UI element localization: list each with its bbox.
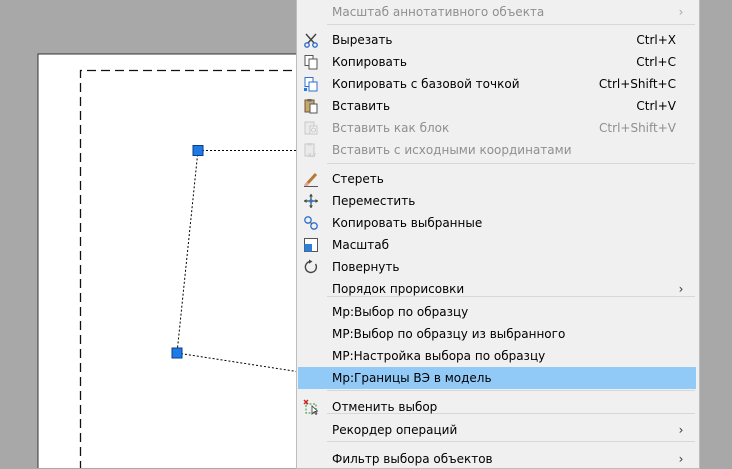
paste-as-block-icon: [303, 120, 319, 136]
submenu-arrow-icon: ›: [678, 5, 684, 19]
menu-item-label: Отменить выбор: [332, 400, 438, 414]
menu-item[interactable]: Масштаб: [298, 234, 696, 256]
rotate-icon: [303, 259, 319, 275]
menu-item[interactable]: МР:Настройка выбора по образцу: [298, 345, 696, 367]
menu-separator: [327, 390, 695, 391]
menu-item[interactable]: Масштаб аннотативного объекта ›: [298, 1, 696, 23]
menu-item[interactable]: Отменить выбор: [298, 396, 696, 418]
paper-sheet: [37, 53, 309, 468]
menu-item-label: Вставить: [332, 99, 391, 113]
menu-item[interactable]: Фильтр выбора объектов ›: [298, 448, 696, 468]
paste-icon: [303, 98, 319, 114]
menu-item-label: Мр:Границы ВЭ в модель: [332, 371, 492, 385]
submenu-arrow-icon: ›: [678, 423, 684, 437]
menu-item-label: Переместить: [332, 194, 416, 208]
move-icon: [303, 193, 319, 209]
menu-separator: [327, 163, 695, 164]
grip-handle-top[interactable]: [192, 145, 204, 156]
menu-item-shortcut: Ctrl+V: [636, 99, 676, 113]
scale-icon: [303, 237, 319, 253]
menu-item-label: Порядок прорисовки: [332, 282, 465, 296]
menu-item-label: МР:Настройка выбора по образцу: [332, 349, 546, 363]
menu-item-label: Фильтр выбора объектов: [332, 452, 493, 466]
menu-item[interactable]: Вставить как блок Ctrl+Shift+V: [298, 117, 696, 139]
menu-item-shortcut: Ctrl+Shift+V: [599, 121, 676, 135]
copy-selection-icon: [303, 215, 319, 231]
menu-item[interactable]: Переместить: [298, 190, 696, 212]
menu-item-label: Вырезать: [332, 33, 393, 47]
menu-item-label: Повернуть: [332, 260, 400, 274]
menu-item-label: МР:Выбор по образцу из выбранного: [332, 327, 566, 341]
eraser-icon: [303, 171, 319, 188]
menu-item-label: Вставить как блок: [332, 121, 450, 135]
menu-item[interactable]: Повернуть: [298, 256, 696, 278]
menu-item[interactable]: Мр:Границы ВЭ в модель: [298, 367, 696, 389]
svg-text:X,Y: X,Y: [308, 153, 317, 158]
menu-item[interactable]: Порядок прорисовки ›: [298, 278, 696, 300]
menu-item-label: Копировать с базовой точкой: [332, 77, 520, 91]
menu-separator: [327, 24, 695, 25]
menu-item[interactable]: Мр:Выбор по образцу: [298, 301, 696, 323]
submenu-arrow-icon: ›: [678, 282, 684, 296]
menu-item-label: Стереть: [332, 172, 384, 186]
menu-item-shortcut: Ctrl+Shift+C: [598, 77, 676, 91]
menu-item[interactable]: Стереть: [298, 168, 696, 190]
menu-item-label: Копировать: [332, 55, 407, 69]
copy-base-point-icon: [303, 76, 319, 92]
menu-item[interactable]: Вставить Ctrl+V: [298, 95, 696, 117]
menu-item[interactable]: Рекордер операций ›: [298, 419, 696, 441]
submenu-arrow-icon: ›: [678, 452, 684, 466]
copy-icon: [303, 54, 319, 70]
menu-item[interactable]: Вырезать Ctrl+X: [298, 29, 696, 51]
menu-item-shortcut: Ctrl+X: [636, 33, 676, 47]
menu-item[interactable]: Копировать Ctrl+C: [298, 51, 696, 73]
menu-separator: [327, 441, 695, 442]
menu-item-label: Мр:Выбор по образцу: [332, 305, 469, 319]
scissors-icon: [303, 32, 319, 48]
menu-item[interactable]: Копировать выбранные: [298, 212, 696, 234]
paste-original-coords-icon: X,Y: [303, 142, 319, 159]
menu-item-label: Масштаб аннотативного объекта: [332, 5, 545, 19]
menu-item[interactable]: X,Y Вставить с исходными координатами: [298, 139, 696, 161]
menu-item[interactable]: МР:Выбор по образцу из выбранного: [298, 323, 696, 345]
context-menu: Масштаб аннотативного объекта › Вырезать Ct…: [296, 0, 700, 469]
menu-item-label: Рекордер операций: [332, 423, 458, 437]
menu-item-label: Вставить с исходными координатами: [332, 143, 572, 157]
menu-item-shortcut: Ctrl+C: [636, 55, 676, 69]
menu-item-label: Масштаб: [332, 238, 390, 252]
menu-item-label: Копировать выбранные: [332, 216, 483, 230]
menu-item[interactable]: Копировать с базовой точкой Ctrl+Shift+C: [298, 73, 696, 95]
deselect-icon: [303, 399, 319, 416]
grip-handle-bottom[interactable]: [171, 347, 183, 359]
